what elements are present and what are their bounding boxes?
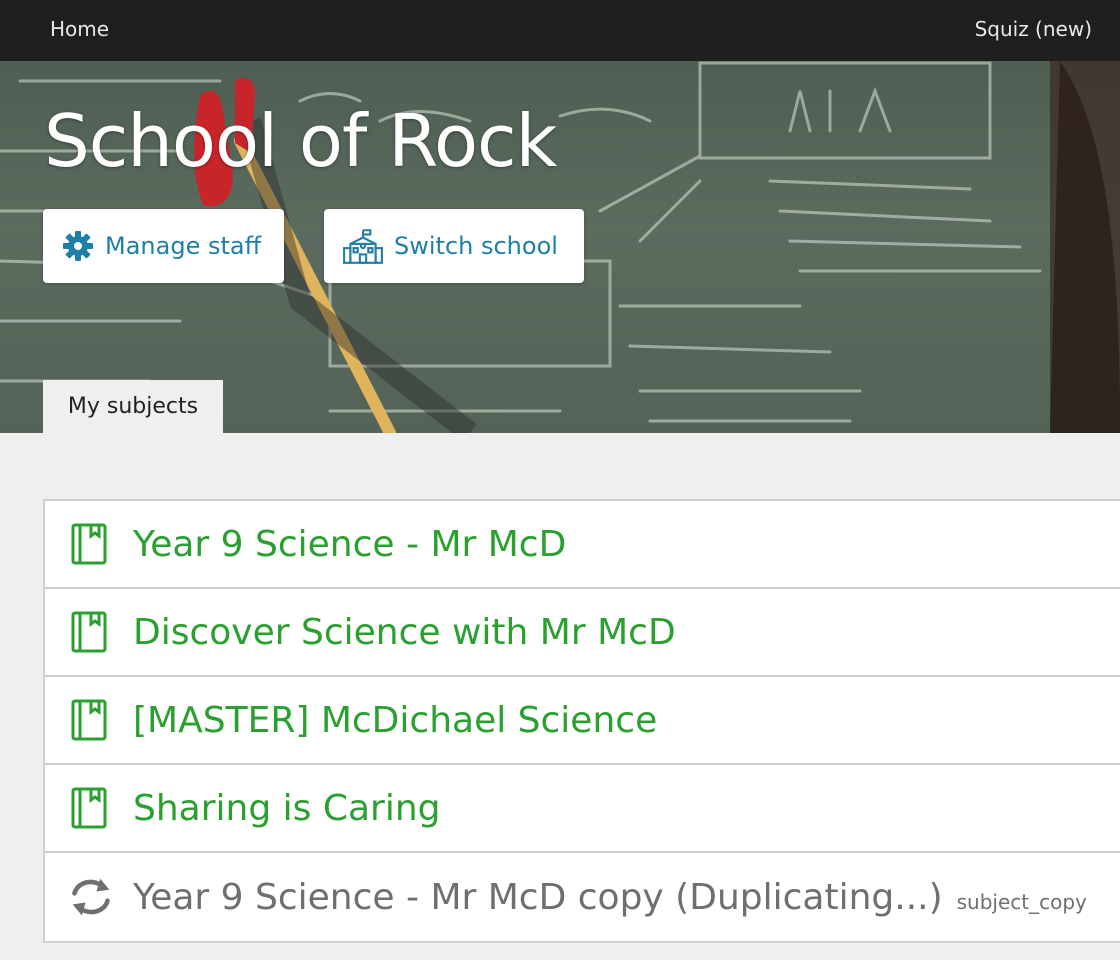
subject-title: Year 9 Science - Mr McD copy (Duplicatin…: [133, 876, 943, 918]
school-title: School of Rock: [44, 99, 557, 183]
subject-row[interactable]: Discover Science with Mr McD: [45, 589, 1120, 677]
top-navbar: Home Squiz (new): [0, 0, 1120, 61]
switch-school-button[interactable]: Switch school: [324, 209, 584, 283]
subject-title: [MASTER] McDichael Science: [133, 699, 658, 741]
subject-row-duplicating: Year 9 Science - Mr McD copy (Duplicatin…: [45, 853, 1120, 941]
manage-staff-label: Manage staff: [105, 232, 262, 260]
subject-list: Year 9 Science - Mr McD Discover Science…: [43, 499, 1120, 943]
home-link[interactable]: Home: [50, 17, 109, 41]
school-building-icon: [343, 229, 383, 264]
subject-title: Discover Science with Mr McD: [133, 611, 676, 653]
switch-school-label: Switch school: [394, 232, 558, 260]
hero-banner: School of Rock Manage staff Switch schoo…: [0, 61, 1120, 433]
subject-row[interactable]: Sharing is Caring: [45, 765, 1120, 853]
status-tag: subject_copy: [956, 890, 1087, 914]
manage-staff-button[interactable]: Manage staff: [43, 209, 284, 283]
gear-icon: [63, 231, 93, 261]
account-menu[interactable]: Squiz (new): [975, 17, 1092, 41]
subject-title: Year 9 Science - Mr McD: [133, 523, 567, 565]
tab-my-subjects[interactable]: My subjects: [43, 380, 223, 433]
book-icon: [71, 611, 107, 653]
subject-title: Sharing is Caring: [133, 787, 441, 829]
subject-row[interactable]: [MASTER] McDichael Science: [45, 677, 1120, 765]
subject-row[interactable]: Year 9 Science - Mr McD: [45, 501, 1120, 589]
book-icon: [71, 523, 107, 565]
sync-icon: [72, 878, 110, 916]
book-icon: [71, 699, 107, 741]
book-icon: [71, 787, 107, 829]
